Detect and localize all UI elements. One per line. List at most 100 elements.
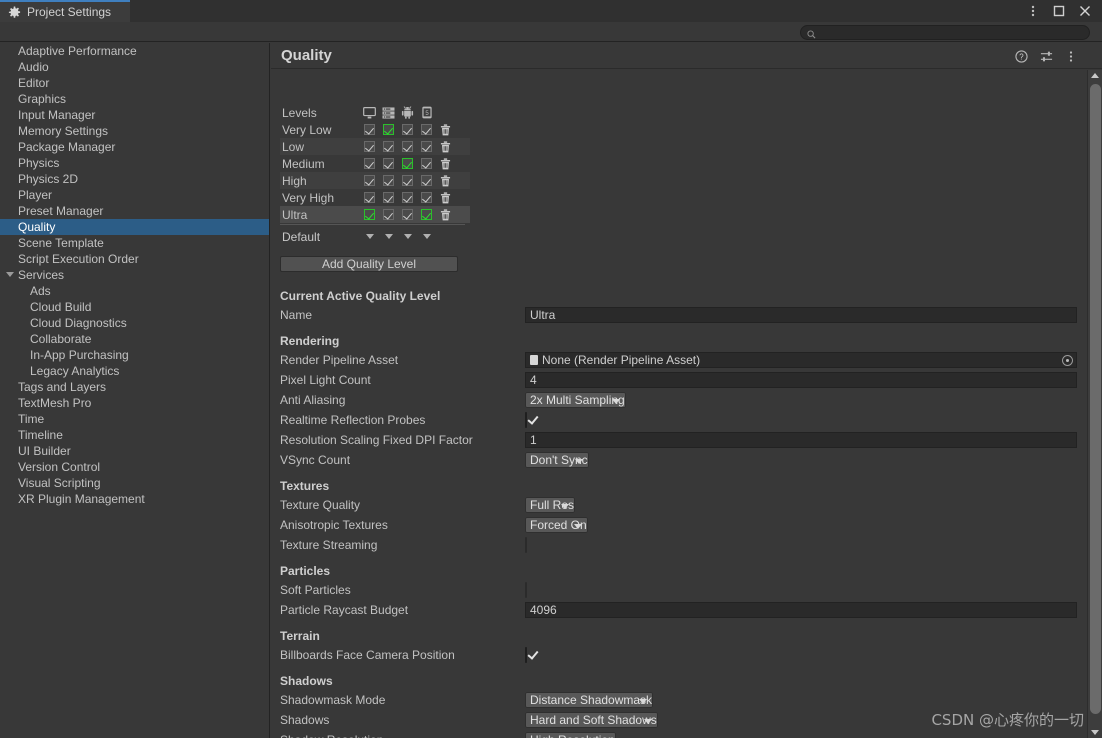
platform-checkbox-cell[interactable] bbox=[379, 138, 398, 155]
sidebar-item-graphics[interactable]: Graphics bbox=[0, 91, 269, 107]
default-level-dropdown[interactable] bbox=[379, 227, 398, 246]
platform-checkbox-cell[interactable] bbox=[360, 206, 379, 223]
object-picker-icon[interactable] bbox=[1062, 355, 1073, 366]
sidebar-item-package-manager[interactable]: Package Manager bbox=[0, 139, 269, 155]
level-checkbox[interactable] bbox=[364, 124, 375, 135]
field-resolution-scaling[interactable]: 1 bbox=[525, 432, 1077, 448]
delete-level-button[interactable] bbox=[436, 138, 455, 155]
sidebar-item-in-app-purchasing[interactable]: In-App Purchasing bbox=[0, 347, 269, 363]
field-shadowmask-mode[interactable]: Distance Shadowmask bbox=[525, 693, 1077, 707]
platform-checkbox-cell[interactable] bbox=[417, 189, 436, 206]
scrollbar-thumb[interactable] bbox=[1090, 84, 1101, 714]
checkbox-billboards[interactable] bbox=[525, 647, 527, 663]
input-particle-raycast-budget[interactable]: 4096 bbox=[525, 602, 1077, 618]
platform-checkbox-cell[interactable] bbox=[398, 155, 417, 172]
default-level-dropdown[interactable] bbox=[360, 227, 379, 246]
dropdown-anti-aliasing[interactable]: 2x Multi Sampling bbox=[525, 392, 626, 408]
platform-checkbox-cell[interactable] bbox=[417, 155, 436, 172]
platform-checkbox-cell[interactable] bbox=[398, 189, 417, 206]
platform-checkbox-cell[interactable] bbox=[398, 138, 417, 155]
default-level-dropdown[interactable] bbox=[398, 227, 417, 246]
checkbox-soft-particles[interactable] bbox=[525, 582, 527, 598]
delete-level-button[interactable] bbox=[436, 121, 455, 138]
quality-level-row[interactable]: Medium bbox=[280, 155, 470, 172]
maximize-icon[interactable] bbox=[1052, 4, 1066, 18]
field-render-pipeline-asset[interactable]: None (Render Pipeline Asset) bbox=[525, 352, 1077, 368]
level-checkbox[interactable] bbox=[364, 192, 375, 203]
input-name[interactable]: Ultra bbox=[525, 307, 1077, 323]
sidebar-item-ui-builder[interactable]: UI Builder bbox=[0, 443, 269, 459]
sidebar-item-scene-template[interactable]: Scene Template bbox=[0, 235, 269, 251]
platform-checkbox-cell[interactable] bbox=[379, 155, 398, 172]
field-texture-quality[interactable]: Full Res bbox=[525, 498, 1077, 512]
quality-level-row[interactable]: Low bbox=[280, 138, 470, 155]
quality-level-row[interactable]: High bbox=[280, 172, 470, 189]
preset-icon[interactable] bbox=[1039, 49, 1053, 63]
level-checkbox[interactable] bbox=[383, 209, 394, 220]
active-level-checkbox[interactable] bbox=[364, 209, 375, 220]
field-name[interactable]: Ultra bbox=[525, 307, 1077, 323]
close-icon[interactable] bbox=[1078, 4, 1092, 18]
sidebar-item-time[interactable]: Time bbox=[0, 411, 269, 427]
sidebar-item-timeline[interactable]: Timeline bbox=[0, 427, 269, 443]
level-checkbox[interactable] bbox=[364, 141, 375, 152]
platform-checkbox-cell[interactable] bbox=[417, 138, 436, 155]
sidebar-item-legacy-analytics[interactable]: Legacy Analytics bbox=[0, 363, 269, 379]
field-anisotropic-textures[interactable]: Forced On bbox=[525, 518, 1077, 532]
sidebar-item-player[interactable]: Player bbox=[0, 187, 269, 203]
settings-sidebar[interactable]: Adaptive PerformanceAudioEditorGraphicsI… bbox=[0, 43, 270, 738]
platform-checkbox-cell[interactable] bbox=[379, 189, 398, 206]
default-level-dropdown[interactable] bbox=[417, 227, 436, 246]
platform-checkbox-cell[interactable] bbox=[360, 172, 379, 189]
level-checkbox[interactable] bbox=[421, 141, 432, 152]
platform-checkbox-cell[interactable] bbox=[398, 206, 417, 223]
platform-checkbox-cell[interactable] bbox=[398, 172, 417, 189]
sidebar-item-audio[interactable]: Audio bbox=[0, 59, 269, 75]
level-checkbox[interactable] bbox=[402, 192, 413, 203]
platform-checkbox-cell[interactable] bbox=[417, 121, 436, 138]
sidebar-item-preset-manager[interactable]: Preset Manager bbox=[0, 203, 269, 219]
sidebar-item-memory-settings[interactable]: Memory Settings bbox=[0, 123, 269, 139]
active-level-checkbox[interactable] bbox=[402, 158, 413, 169]
field-anti-aliasing[interactable]: 2x Multi Sampling bbox=[525, 393, 1077, 407]
sidebar-item-services[interactable]: Services bbox=[0, 267, 269, 283]
dropdown-texture-quality[interactable]: Full Res bbox=[525, 497, 575, 513]
platform-checkbox-cell[interactable] bbox=[379, 172, 398, 189]
sidebar-item-visual-scripting[interactable]: Visual Scripting bbox=[0, 475, 269, 491]
sidebar-item-collaborate[interactable]: Collaborate bbox=[0, 331, 269, 347]
field-texture-streaming[interactable] bbox=[525, 538, 1077, 552]
active-level-checkbox[interactable] bbox=[383, 124, 394, 135]
field-billboards[interactable] bbox=[525, 648, 1077, 662]
field-particle-raycast-budget[interactable]: 4096 bbox=[525, 602, 1077, 618]
sidebar-item-ads[interactable]: Ads bbox=[0, 283, 269, 299]
sidebar-item-input-manager[interactable]: Input Manager bbox=[0, 107, 269, 123]
level-checkbox[interactable] bbox=[383, 141, 394, 152]
add-quality-level-button[interactable]: Add Quality Level bbox=[280, 256, 458, 272]
sidebar-item-textmesh-pro[interactable]: TextMesh Pro bbox=[0, 395, 269, 411]
platform-checkbox-cell[interactable] bbox=[417, 206, 436, 223]
quality-level-row[interactable]: Ultra bbox=[280, 206, 470, 223]
dropdown-shadow-resolution[interactable]: High Resolution bbox=[525, 732, 616, 738]
level-checkbox[interactable] bbox=[421, 175, 432, 186]
platform-checkbox-cell[interactable] bbox=[379, 121, 398, 138]
sidebar-item-tags-and-layers[interactable]: Tags and Layers bbox=[0, 379, 269, 395]
sidebar-item-physics[interactable]: Physics bbox=[0, 155, 269, 171]
level-checkbox[interactable] bbox=[383, 175, 394, 186]
input-pixel-light-count[interactable]: 4 bbox=[525, 372, 1077, 388]
level-checkbox[interactable] bbox=[421, 124, 432, 135]
field-pixel-light-count[interactable]: 4 bbox=[525, 372, 1077, 388]
delete-level-button[interactable] bbox=[436, 189, 455, 206]
platform-checkbox-cell[interactable] bbox=[360, 138, 379, 155]
sidebar-item-xr-plugin-management[interactable]: XR Plugin Management bbox=[0, 491, 269, 507]
sidebar-item-version-control[interactable]: Version Control bbox=[0, 459, 269, 475]
help-icon[interactable]: ? bbox=[1014, 49, 1028, 63]
level-checkbox[interactable] bbox=[364, 175, 375, 186]
scroll-down-icon[interactable] bbox=[1091, 730, 1099, 735]
tab-project-settings[interactable]: Project Settings bbox=[0, 0, 130, 22]
active-level-checkbox[interactable] bbox=[421, 209, 432, 220]
platform-checkbox-cell[interactable] bbox=[417, 172, 436, 189]
scroll-up-icon[interactable] bbox=[1091, 73, 1099, 78]
sidebar-item-physics-2d[interactable]: Physics 2D bbox=[0, 171, 269, 187]
field-realtime-reflection-probes[interactable] bbox=[525, 413, 1077, 427]
delete-level-button[interactable] bbox=[436, 172, 455, 189]
